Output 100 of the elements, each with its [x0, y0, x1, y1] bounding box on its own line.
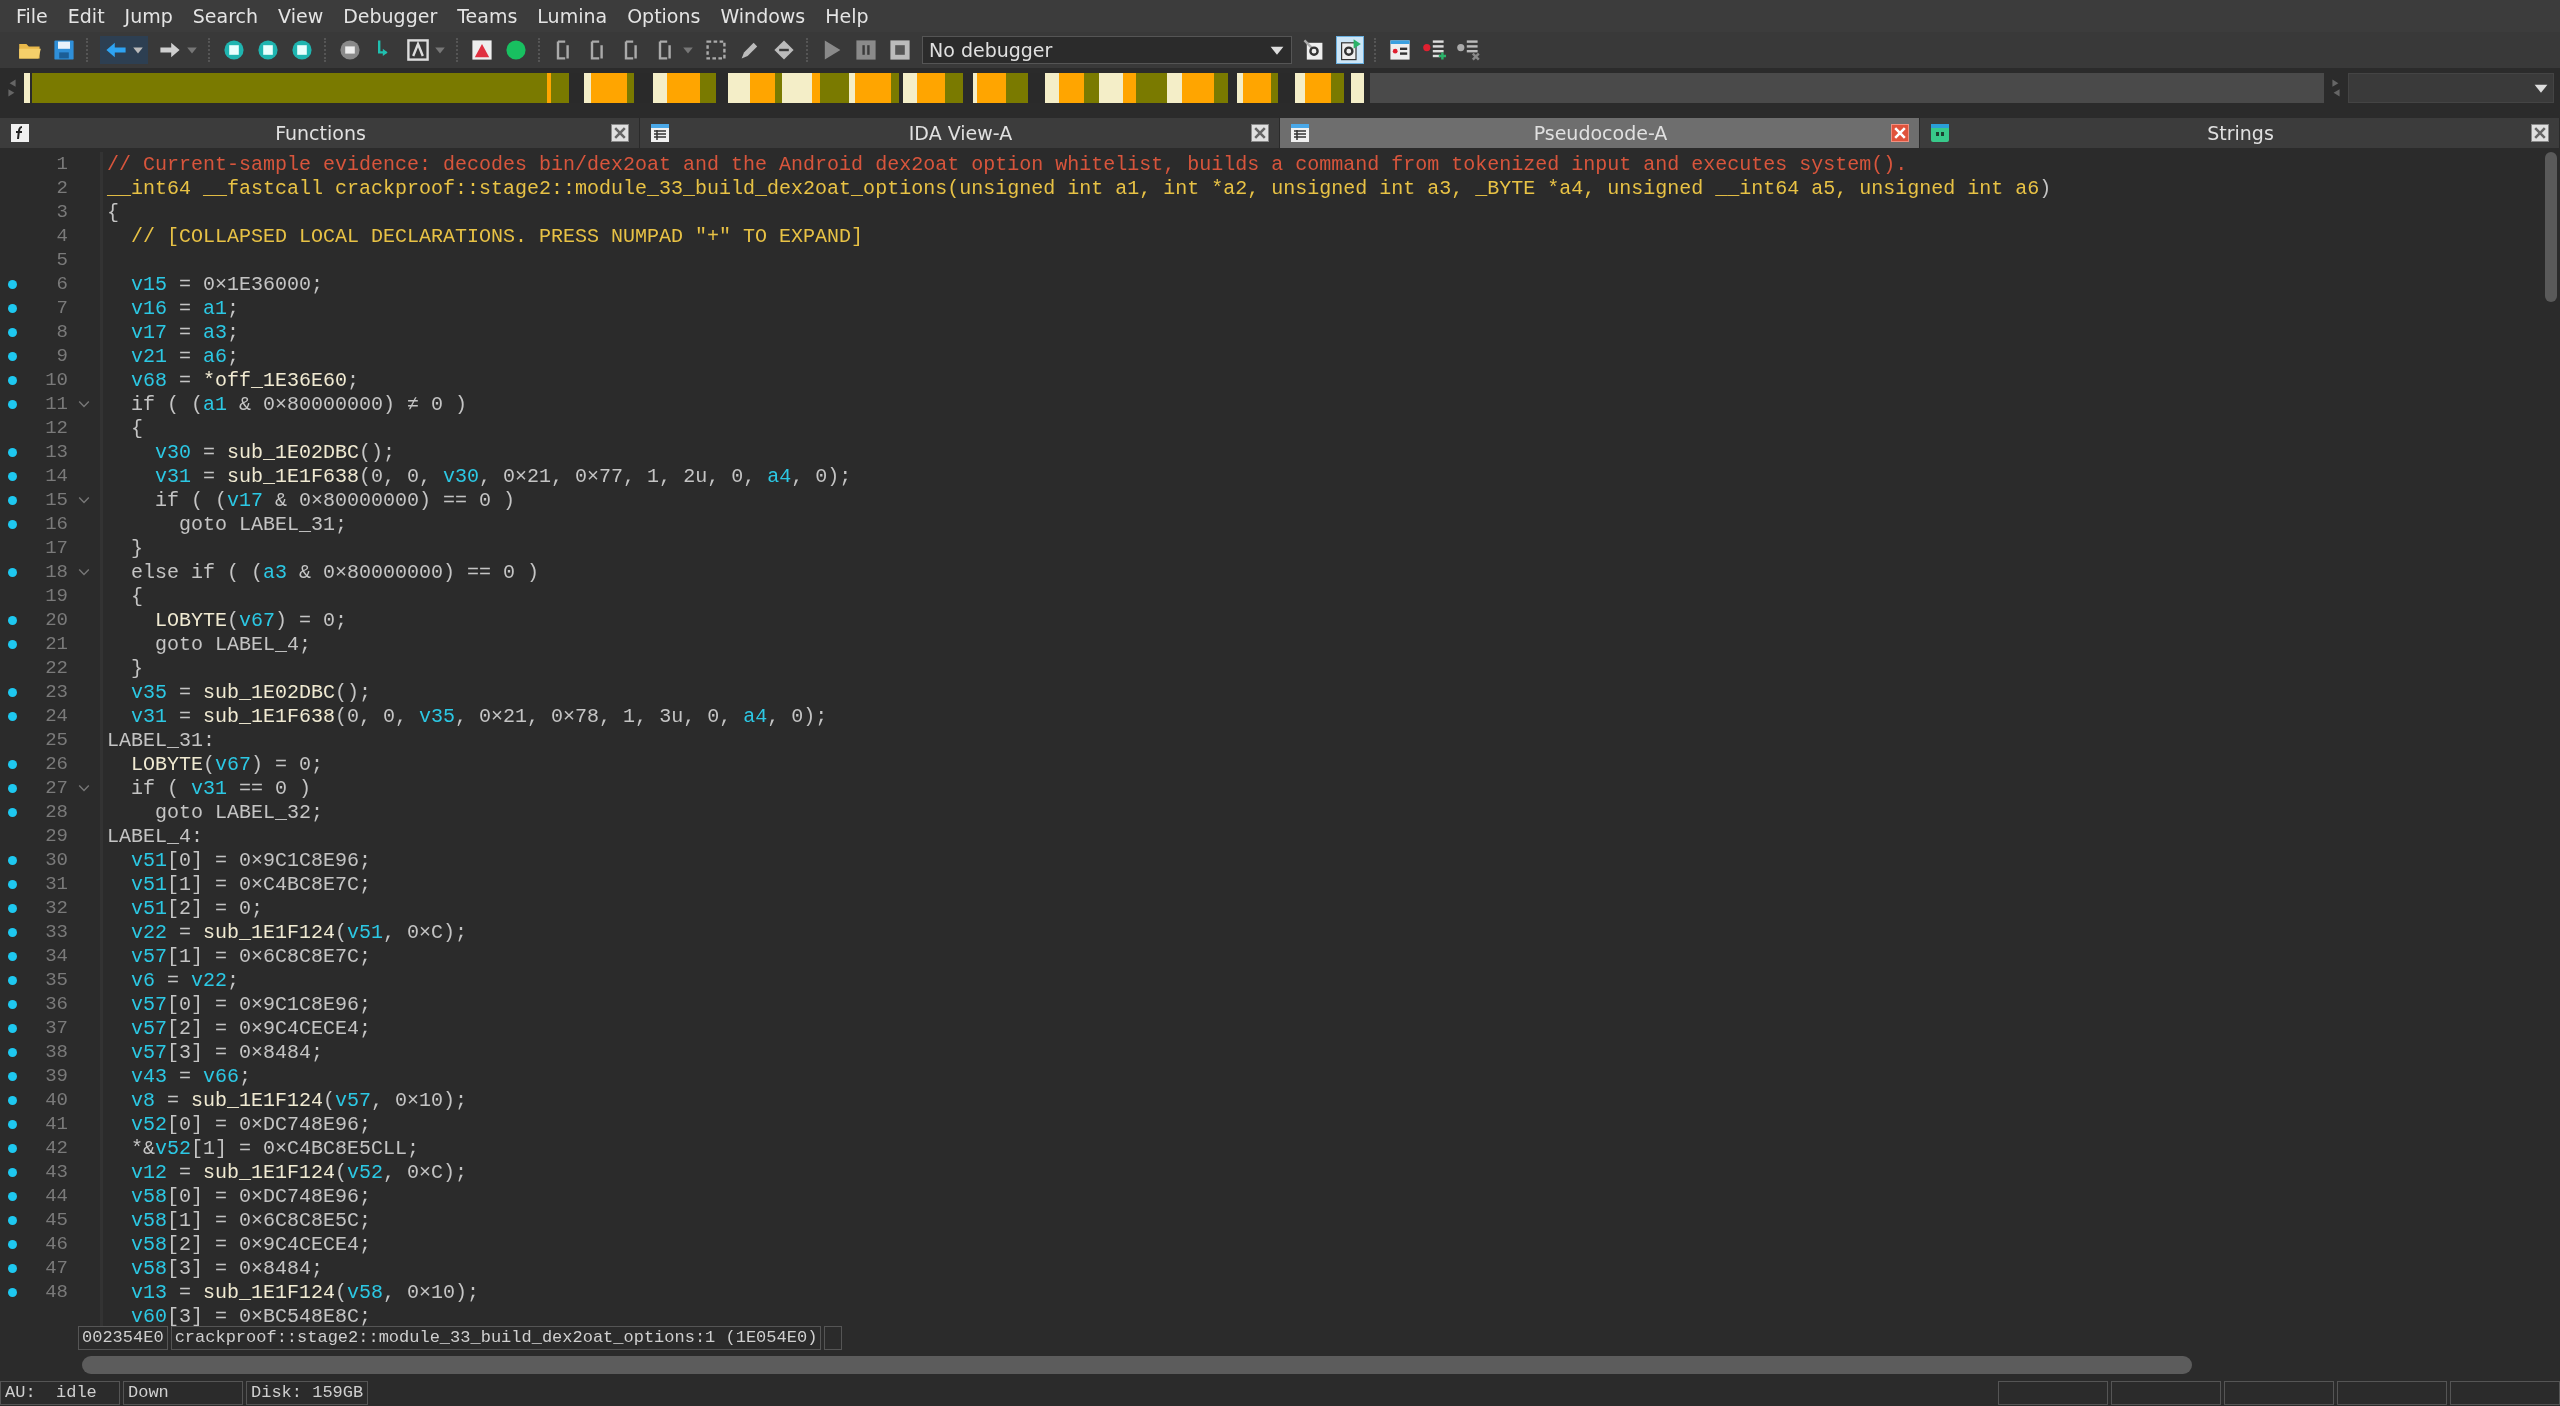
save-icon[interactable]	[52, 38, 76, 62]
code-line: v58[0] = 0×DC748E96;	[130, 1184, 372, 1208]
close-icon[interactable]	[1891, 124, 1909, 142]
function-icon	[10, 123, 30, 143]
menu-item[interactable]: Options	[617, 3, 711, 29]
code-line: if ( (a1 & 0×80000000) ≠ 0 )	[130, 392, 468, 416]
line-number: 47	[45, 1257, 68, 1279]
line-number: 7	[56, 297, 68, 319]
code-line: v15 = 0×1E36000;	[130, 272, 324, 296]
code-line: {	[130, 416, 143, 440]
code-line: }	[130, 536, 143, 560]
round-tool-icon[interactable]	[290, 38, 314, 62]
line-number: 9	[56, 345, 68, 367]
list-icon[interactable]	[1388, 38, 1412, 62]
line-number: 27	[45, 777, 68, 799]
stop-icon[interactable]	[888, 38, 912, 62]
code-line: v58[1] = 0×6C8C8E5C;	[130, 1208, 372, 1232]
round-box-icon[interactable]	[338, 38, 362, 62]
status-field: Disk: 159GB	[246, 1381, 369, 1405]
code-line: v35 = sub_1E02DBC();	[130, 680, 372, 704]
navigation-band[interactable]	[24, 73, 1364, 103]
line-number: 43	[45, 1161, 68, 1183]
line-number: 5	[56, 249, 68, 271]
line-number: 32	[45, 897, 68, 919]
line-number: 36	[45, 993, 68, 1015]
address-field: 002354E0	[78, 1326, 168, 1350]
line-number: 22	[45, 657, 68, 679]
menu-item[interactable]: Debugger	[333, 3, 448, 29]
line-number: 6	[56, 273, 68, 295]
line-number: 31	[45, 873, 68, 895]
code-line: goto LABEL_32;	[154, 800, 324, 824]
round-tool-icon[interactable]	[222, 38, 246, 62]
close-icon[interactable]	[2531, 124, 2549, 142]
menu-item[interactable]: View	[268, 3, 334, 29]
menu-item[interactable]: Jump	[114, 3, 183, 29]
code-line: goto LABEL_4;	[154, 632, 312, 656]
line-number: 38	[45, 1041, 68, 1063]
fold-icon[interactable]	[78, 784, 90, 792]
line-number: 29	[45, 825, 68, 847]
line-number: 17	[45, 537, 68, 559]
menu-item[interactable]: Teams	[447, 3, 528, 29]
line-number: 21	[45, 633, 68, 655]
line-number: 20	[45, 609, 68, 631]
code-line: else if ( (a3 & 0×80000000) == 0 )	[130, 560, 540, 584]
code-line: v31 = sub_1E1F638(0, 0, v30, 0×21, 0×77, 1, 2u, 0, a4, 0);	[154, 464, 852, 488]
code-line: *&v52[1] = 0×C4BC8E5CLL;	[130, 1136, 420, 1160]
code-line: }	[130, 656, 143, 680]
remove-line-icon[interactable]	[1456, 38, 1480, 62]
line-number: 46	[45, 1233, 68, 1255]
fold-icon[interactable]	[78, 568, 90, 576]
line-number: 44	[45, 1185, 68, 1207]
add-line-icon[interactable]	[1422, 38, 1446, 62]
line-number: 25	[45, 729, 68, 751]
horizontal-scrollbar[interactable]	[82, 1356, 2192, 1374]
status-field: AU: idle	[0, 1381, 120, 1405]
back-button[interactable]	[100, 36, 148, 64]
line-number: 12	[45, 417, 68, 439]
menu-item[interactable]: Lumina	[527, 3, 618, 29]
code-line: v12 = sub_1E1F124(v52, 0×C);	[130, 1160, 468, 1184]
square-icon[interactable]	[704, 38, 728, 62]
fold-icon[interactable]	[78, 400, 90, 408]
code-line: v58[3] = 0×8484;	[130, 1256, 324, 1280]
menu-item[interactable]: Search	[182, 3, 269, 29]
line-number: 15	[45, 489, 68, 511]
line-number: 11	[45, 393, 68, 415]
code-line: {	[106, 200, 119, 224]
code-line: v57[0] = 0×9C1C8E96;	[130, 992, 372, 1016]
document-play-button[interactable]	[1336, 36, 1364, 64]
code-line: v21 = a6;	[130, 344, 240, 368]
boxed-glyph-icon[interactable]	[406, 38, 430, 62]
code-line: v60[3] = 0×BC548E8C;	[130, 1304, 372, 1326]
code-line: v51[2] = 0;	[130, 896, 264, 920]
line-number: 23	[45, 681, 68, 703]
debugger-dropdown[interactable]: No debugger	[922, 36, 1292, 64]
pause-icon[interactable]	[854, 38, 878, 62]
fold-icon[interactable]	[78, 496, 90, 504]
code-line: v8 = sub_1E1F124(v57, 0×10);	[130, 1088, 468, 1112]
line-number: 34	[45, 945, 68, 967]
diamond-icon[interactable]	[772, 38, 796, 62]
tab[interactable]: Pseudocode-A	[1280, 118, 1920, 148]
line-number: 14	[45, 465, 68, 487]
listing-icon	[1290, 123, 1310, 143]
line-number: 28	[45, 801, 68, 823]
menu-item[interactable]: Edit	[57, 3, 115, 29]
code-line: goto LABEL_31;	[178, 512, 348, 536]
line-number: 16	[45, 513, 68, 535]
line-number: 1	[56, 153, 68, 175]
line-number: 42	[45, 1137, 68, 1159]
code-line: LOBYTE(v67) = 0;	[154, 608, 348, 632]
circle-icon[interactable]	[504, 38, 528, 62]
menu-item[interactable]: Windows	[710, 3, 816, 29]
close-icon[interactable]	[1251, 124, 1269, 142]
line-number: 2	[56, 177, 68, 199]
line-number: 37	[45, 1017, 68, 1039]
menu-item[interactable]: File	[6, 3, 58, 29]
close-icon[interactable]	[611, 124, 629, 142]
code-line: v17 = a3;	[130, 320, 240, 344]
menu-item[interactable]: Help	[815, 3, 879, 29]
code-line: v13 = sub_1E1F124(v58, 0×10);	[130, 1280, 480, 1304]
round-tool-icon[interactable]	[256, 38, 280, 62]
